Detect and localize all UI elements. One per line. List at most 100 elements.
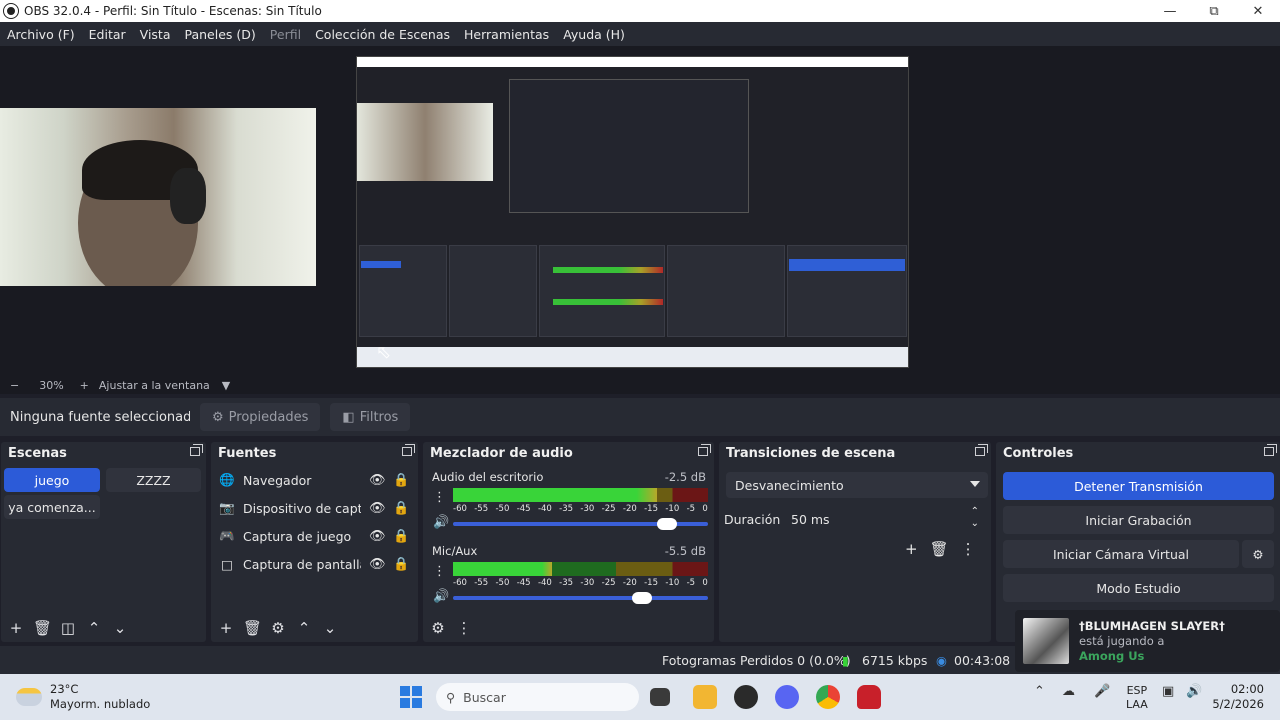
globe-icon: 🌐 xyxy=(219,472,235,487)
studio-mode-button[interactable]: Modo Estudio xyxy=(1003,574,1274,602)
nested-title-bar xyxy=(357,57,908,67)
source-captura-juego[interactable]: 🎮 Captura de juego 👁 🔒 xyxy=(219,524,409,548)
properties-button[interactable]: ⚙ Propiedades xyxy=(200,403,321,431)
move-down-icon[interactable]: ⌄ xyxy=(111,619,129,637)
lock-icon[interactable]: 🔒 xyxy=(393,501,409,516)
microphone-icon[interactable]: 🎤 xyxy=(1094,684,1110,699)
scene-juego[interactable]: juego xyxy=(4,468,100,492)
eye-icon[interactable]: 👁 xyxy=(369,557,386,572)
add-scene-icon[interactable]: + xyxy=(7,619,25,637)
preview-canvas[interactable]: ⬁ xyxy=(0,46,1280,376)
menu-vista[interactable]: Vista xyxy=(133,27,178,42)
notification-line: está jugando a xyxy=(1079,633,1165,648)
slider-knob[interactable] xyxy=(631,592,652,604)
lock-icon[interactable]: 🔒 xyxy=(393,529,409,544)
volume-slider[interactable] xyxy=(453,518,708,530)
gear-icon: ⚙ xyxy=(1252,546,1264,562)
kebab-menu-icon[interactable]: ⋮ xyxy=(433,490,446,505)
start-virtual-camera-button[interactable]: Iniciar Cámara Virtual xyxy=(1003,540,1239,568)
source-navegador[interactable]: 🌐 Navegador 👁 🔒 xyxy=(219,468,409,492)
chevron-up-icon[interactable]: ⌃ xyxy=(1034,684,1045,699)
transition-select[interactable]: Desvanecimiento xyxy=(726,472,988,498)
activity-notification[interactable]: †BLUMHAGEN SLAYER† está jugando a Among … xyxy=(1015,610,1280,672)
eye-icon[interactable]: 👁 xyxy=(369,529,386,544)
move-up-icon[interactable]: ⌃ xyxy=(85,619,103,637)
meter-tick-label: -45 xyxy=(516,504,531,514)
menu-herramientas[interactable]: Herramientas xyxy=(457,27,556,42)
zoom-in-button[interactable]: + xyxy=(80,379,89,392)
kebab-menu-icon[interactable]: ⋮ xyxy=(961,540,976,558)
source-dispositivo-captura[interactable]: 📷 Dispositivo de captura 👁 🔒 xyxy=(219,496,409,520)
meter-tick-label: -20 xyxy=(622,578,637,588)
lock-icon[interactable]: 🔒 xyxy=(393,473,409,488)
move-up-icon[interactable]: ⌃ xyxy=(295,619,313,637)
eye-icon[interactable]: 👁 xyxy=(369,501,386,516)
among-us-icon[interactable] xyxy=(857,685,881,709)
obs-taskbar-icon[interactable] xyxy=(734,685,758,709)
trash-icon[interactable]: 🗑 xyxy=(930,540,949,558)
trash-icon[interactable]: 🗑 xyxy=(243,619,262,637)
undock-icon[interactable] xyxy=(190,444,203,456)
advanced-audio-icon[interactable]: ⚙ xyxy=(429,619,447,637)
lock-icon[interactable]: 🔒 xyxy=(393,557,409,572)
menu-editar[interactable]: Editar xyxy=(82,27,133,42)
add-transition-icon[interactable]: + xyxy=(905,540,918,558)
scene-filters-icon[interactable]: ◫ xyxy=(59,619,77,637)
volume-slider[interactable] xyxy=(453,592,708,604)
meter-tick-label: -35 xyxy=(559,504,574,514)
scene-ya-comenza[interactable]: ya comenza... xyxy=(4,495,100,519)
trash-icon[interactable]: 🗑 xyxy=(33,619,52,637)
close-button[interactable]: ✕ xyxy=(1236,0,1280,22)
source-captura-pantalla[interactable]: □ Captura de pantalla 👁 🔒 xyxy=(219,552,409,576)
gear-icon[interactable]: ⚙ xyxy=(269,619,287,637)
undock-icon[interactable] xyxy=(402,444,415,456)
sources-title: Fuentes xyxy=(218,445,277,461)
zoom-fit-select[interactable]: Ajustar a la ventana xyxy=(99,379,210,392)
meter-tick-label: -10 xyxy=(665,504,680,514)
undock-icon[interactable] xyxy=(1264,444,1277,456)
taskbar-search[interactable]: ⚲ Buscar xyxy=(436,683,639,711)
cloud-icon[interactable]: ☁ xyxy=(1062,684,1075,699)
system-clock[interactable]: 02:00 5/2/2026 xyxy=(1212,682,1264,712)
virtual-camera-settings-button[interactable]: ⚙ xyxy=(1242,540,1274,568)
windows-start-icon[interactable] xyxy=(400,686,422,708)
scene-zzzz[interactable]: ZZZZ xyxy=(106,468,201,492)
chrome-icon[interactable] xyxy=(816,685,840,709)
speaker-icon[interactable]: 🔊 xyxy=(433,589,449,604)
kebab-menu-icon[interactable]: ⋮ xyxy=(433,564,446,579)
bitrate: 6715 kbps xyxy=(862,652,928,668)
meter-tick-label: -5 xyxy=(686,504,696,514)
move-down-icon[interactable]: ⌄ xyxy=(321,619,339,637)
maximize-button[interactable]: ⧉ xyxy=(1192,0,1236,22)
menu-archivo[interactable]: Archivo (F) xyxy=(0,27,82,42)
display-capture-image[interactable] xyxy=(356,56,909,368)
language-indicator[interactable]: ESP LAA xyxy=(1126,684,1148,712)
eye-icon[interactable]: 👁 xyxy=(369,473,386,488)
undock-icon[interactable] xyxy=(698,444,711,456)
filters-button[interactable]: ◧ Filtros xyxy=(330,403,411,431)
network-icon[interactable]: ▣ xyxy=(1162,684,1174,699)
file-explorer-icon[interactable] xyxy=(693,685,717,709)
zoom-out-button[interactable]: − xyxy=(10,379,19,392)
volume-icon[interactable]: 🔊 xyxy=(1186,684,1202,699)
undock-icon[interactable] xyxy=(975,444,988,456)
duration-spinbox[interactable]: 50 ms ⌃ ⌄ xyxy=(783,506,987,532)
task-view-icon[interactable] xyxy=(650,688,670,706)
menu-paneles[interactable]: Paneles (D) xyxy=(178,27,263,42)
weather-widget[interactable]: 23°C Mayorm. nublado xyxy=(16,682,150,712)
caret-down-icon[interactable]: ▼ xyxy=(222,379,230,392)
meter-tick-label: -30 xyxy=(580,578,595,588)
transitions-dock-header: Transiciones de escena xyxy=(719,442,991,464)
slider-knob[interactable] xyxy=(657,518,678,530)
spin-arrows-icon[interactable]: ⌃ ⌄ xyxy=(971,506,979,530)
speaker-icon[interactable]: 🔊 xyxy=(433,515,449,530)
menu-coleccion-escenas[interactable]: Colección de Escenas xyxy=(308,27,457,42)
webcam-source-image[interactable] xyxy=(0,108,316,286)
minimize-button[interactable]: — xyxy=(1148,0,1192,22)
stop-streaming-button[interactable]: Detener Transmisión xyxy=(1003,472,1274,500)
add-source-icon[interactable]: + xyxy=(217,619,235,637)
kebab-menu-icon[interactable]: ⋮ xyxy=(455,619,473,637)
start-recording-button[interactable]: Iniciar Grabación xyxy=(1003,506,1274,534)
discord-icon[interactable] xyxy=(775,685,799,709)
menu-ayuda[interactable]: Ayuda (H) xyxy=(556,27,632,42)
